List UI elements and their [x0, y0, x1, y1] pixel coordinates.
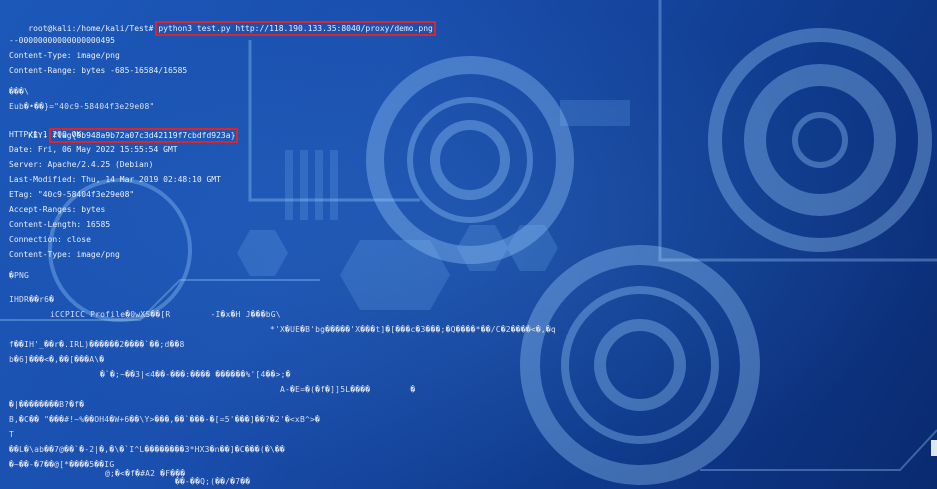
header-connection: Connection: close	[9, 235, 91, 244]
header-last-modified: Last-Modified: Thu, 14 Mar 2019 02:48:10…	[9, 175, 221, 184]
binary-output-9: B,�C�� "���#!~%��OH4�W+6��\Y>���,��`���-…	[9, 415, 321, 424]
binary-output-2: Eub�•��}="40c9-58404f3e29e08"	[9, 102, 155, 111]
binary-output-12: �~��-�7��@[*����5��IG	[9, 460, 115, 469]
png-ihdr: IHDR��r6�	[9, 295, 55, 304]
png-signature: �PNG	[9, 271, 30, 280]
binary-output-1: ���\	[9, 87, 30, 96]
binary-output-13: @;�<�f�#A2 �F���	[105, 469, 186, 478]
binary-output-8: �|��������B?�f�	[9, 400, 85, 409]
png-iccp: iCCPICC Profile�0wXS��[R -I�x�H J���bG\	[50, 310, 281, 319]
header-accept-ranges: Accept-Ranges: bytes	[9, 205, 106, 214]
header-content-range: Content-Range: bytes -685-16584/16585	[9, 66, 188, 75]
http-status: HTTP/1.1 200 OK	[9, 130, 82, 139]
shell-prompt: root@kali:/home/kali/Test#	[28, 24, 159, 34]
binary-output-4: f��IH'_��r�.IRL)������2����`��;d��8	[9, 340, 185, 349]
header-date: Date: Fri, 06 May 2022 15:55:54 GMT	[9, 145, 178, 154]
binary-output-14: ��-��Q;(��/�7��	[175, 477, 251, 486]
header-content-type-2: Content-Type: image/png	[9, 250, 120, 259]
command-text: python3 test.py http://118.190.133.35:80…	[155, 21, 436, 37]
header-server: Server: Apache/2.4.25 (Debian)	[9, 160, 154, 169]
binary-output-10: T	[9, 430, 15, 439]
binary-output-3: *'X�UE�B'bg�����'X���t]�[���c�3���;�Q���…	[270, 325, 556, 334]
multipart-boundary: --00000000000000000495	[9, 36, 115, 45]
binary-output-6: �`�;~��3|<4��-���:���� ������%'[4��>;�	[100, 370, 291, 379]
header-content-length: Content-Length: 16585	[9, 220, 111, 229]
terminal-window[interactable]: root@kali:/home/kali/Test# python3 test.…	[0, 0, 937, 489]
binary-output-5: b�6]���<�,��[���A\�	[9, 355, 105, 364]
header-content-type-1: Content-Type: image/png	[9, 51, 120, 60]
scrollbar-thumb[interactable]	[931, 440, 937, 456]
binary-output-7: A-�E=�(�f�]]5L���� �	[280, 385, 416, 394]
header-etag: ETag: "40c9-58404f3e29e08"	[9, 190, 135, 199]
binary-output-11: ��L�\ab��7@��`�-2|�,�\�`I^L��������3*HX3…	[9, 445, 285, 454]
